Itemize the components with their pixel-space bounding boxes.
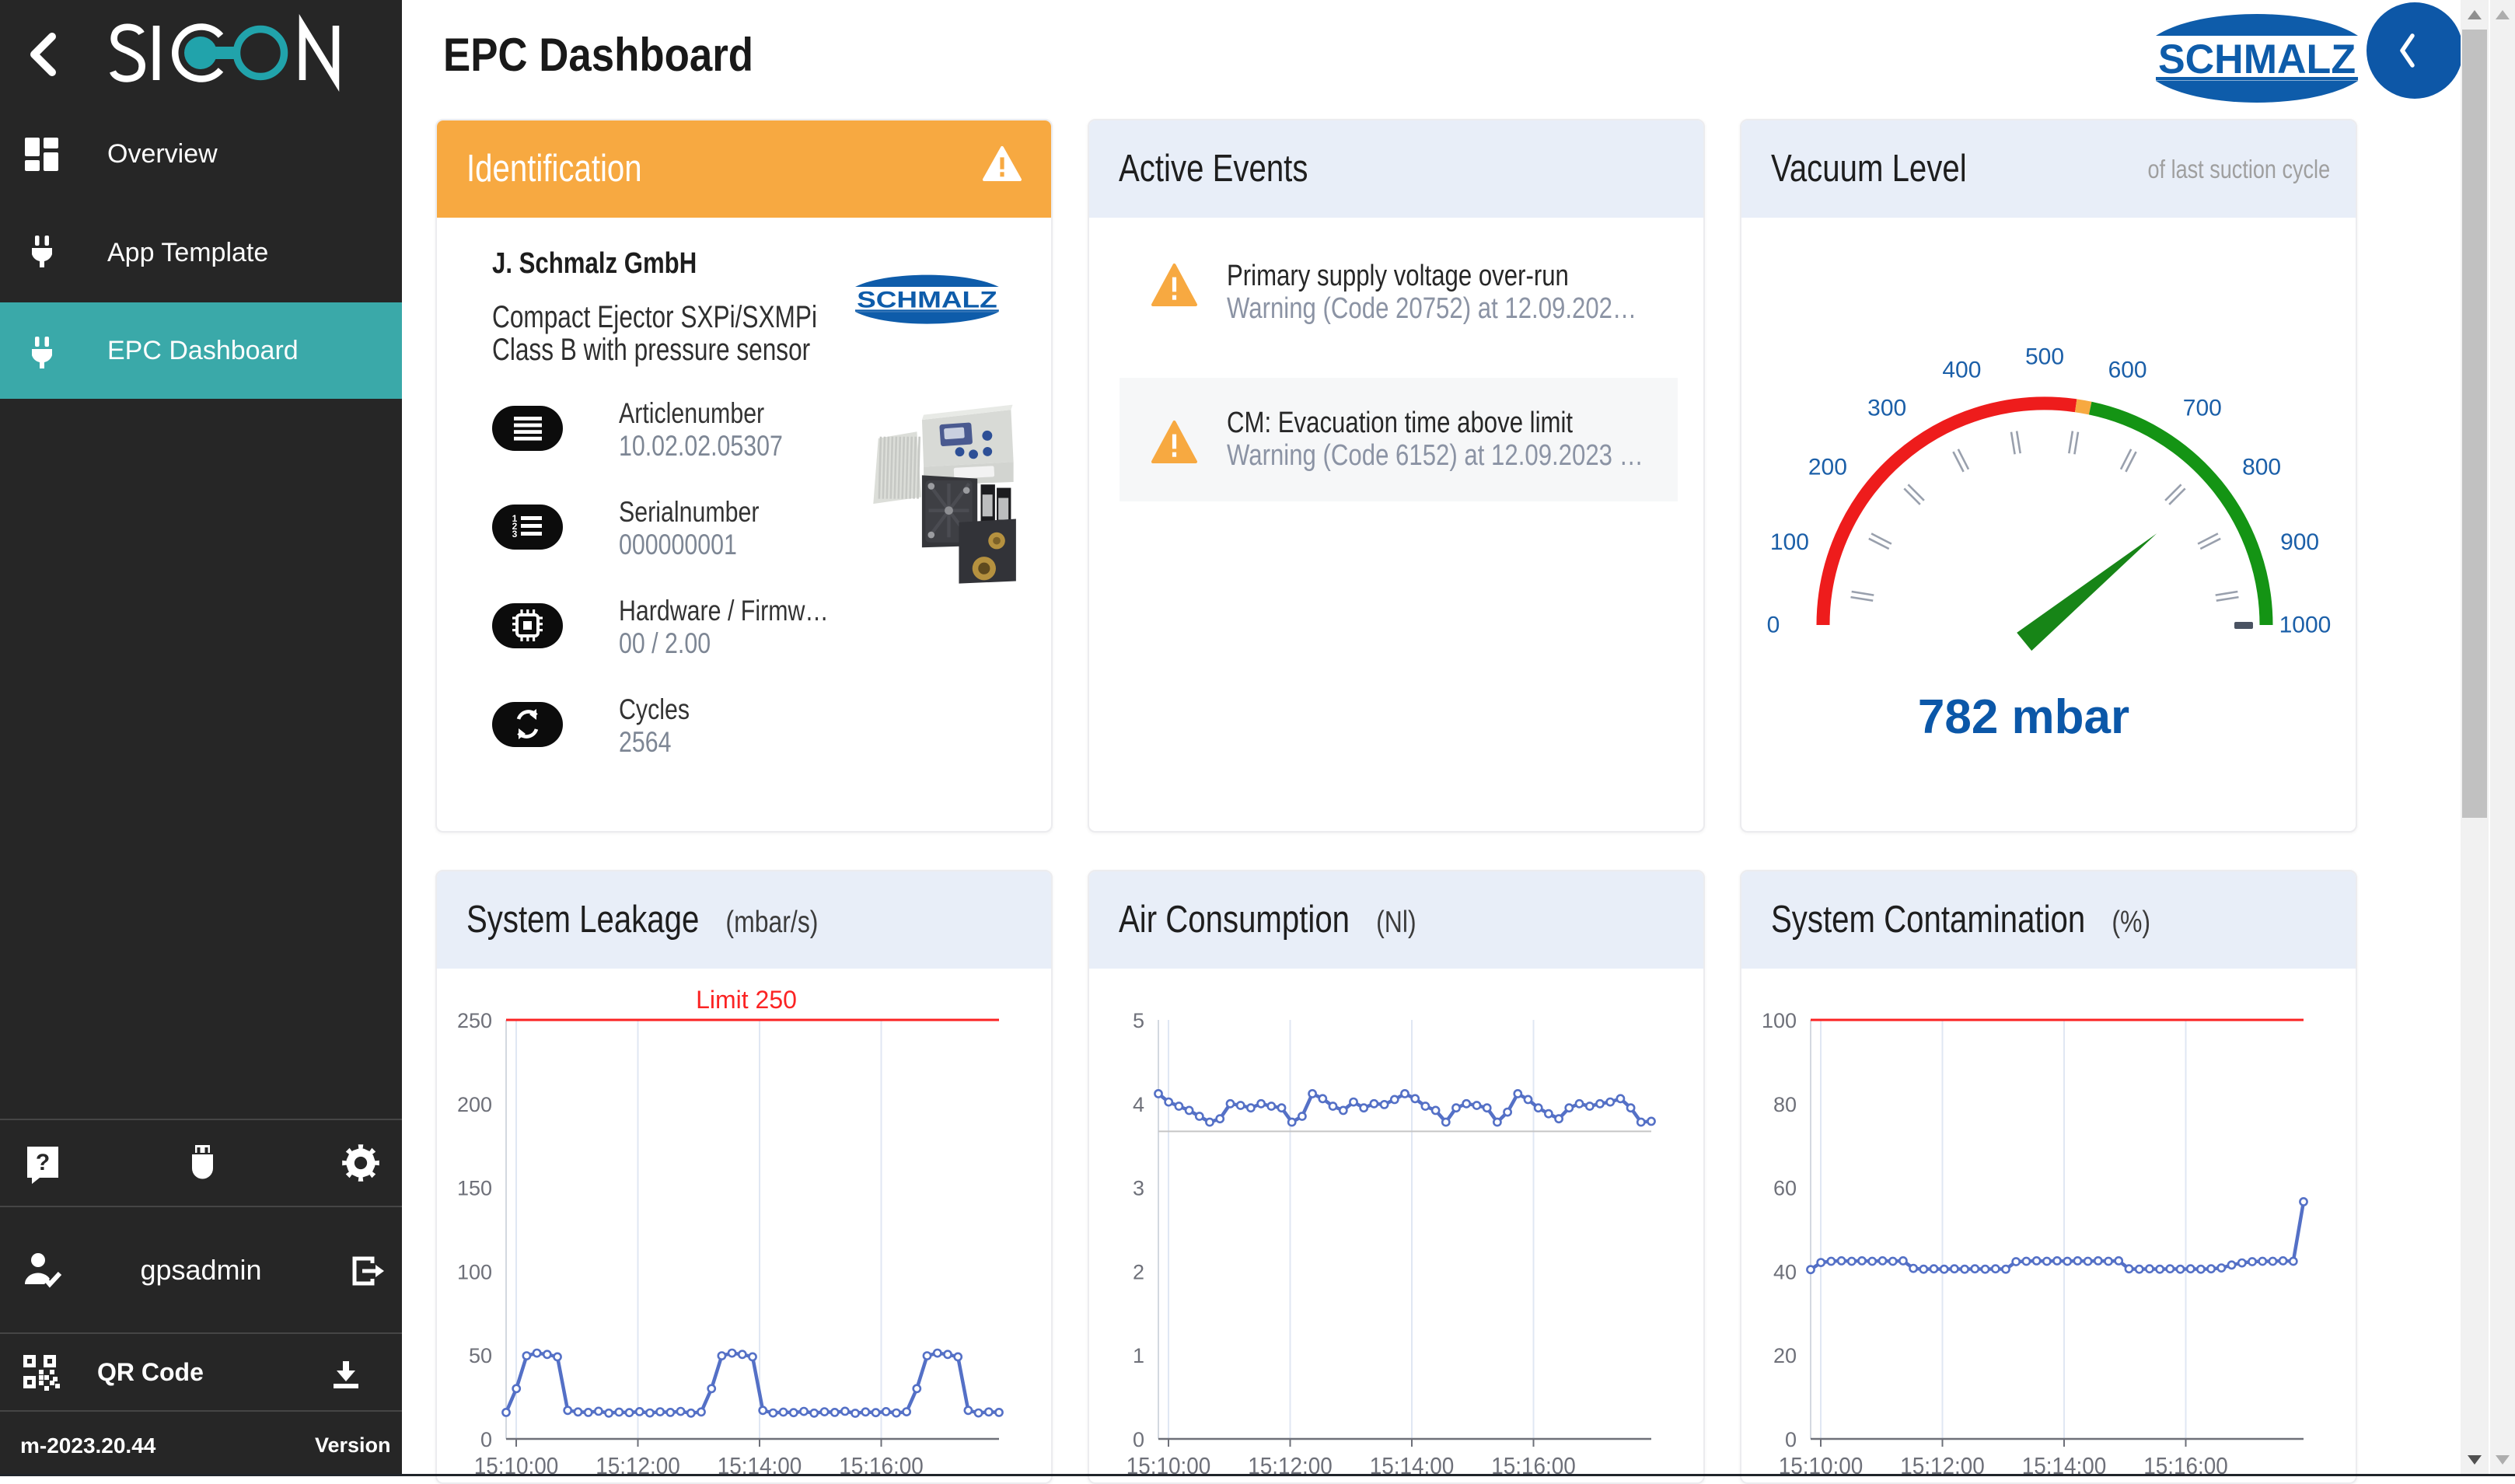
svg-text:SCHMALZ: SCHMALZ: [2158, 37, 2356, 82]
